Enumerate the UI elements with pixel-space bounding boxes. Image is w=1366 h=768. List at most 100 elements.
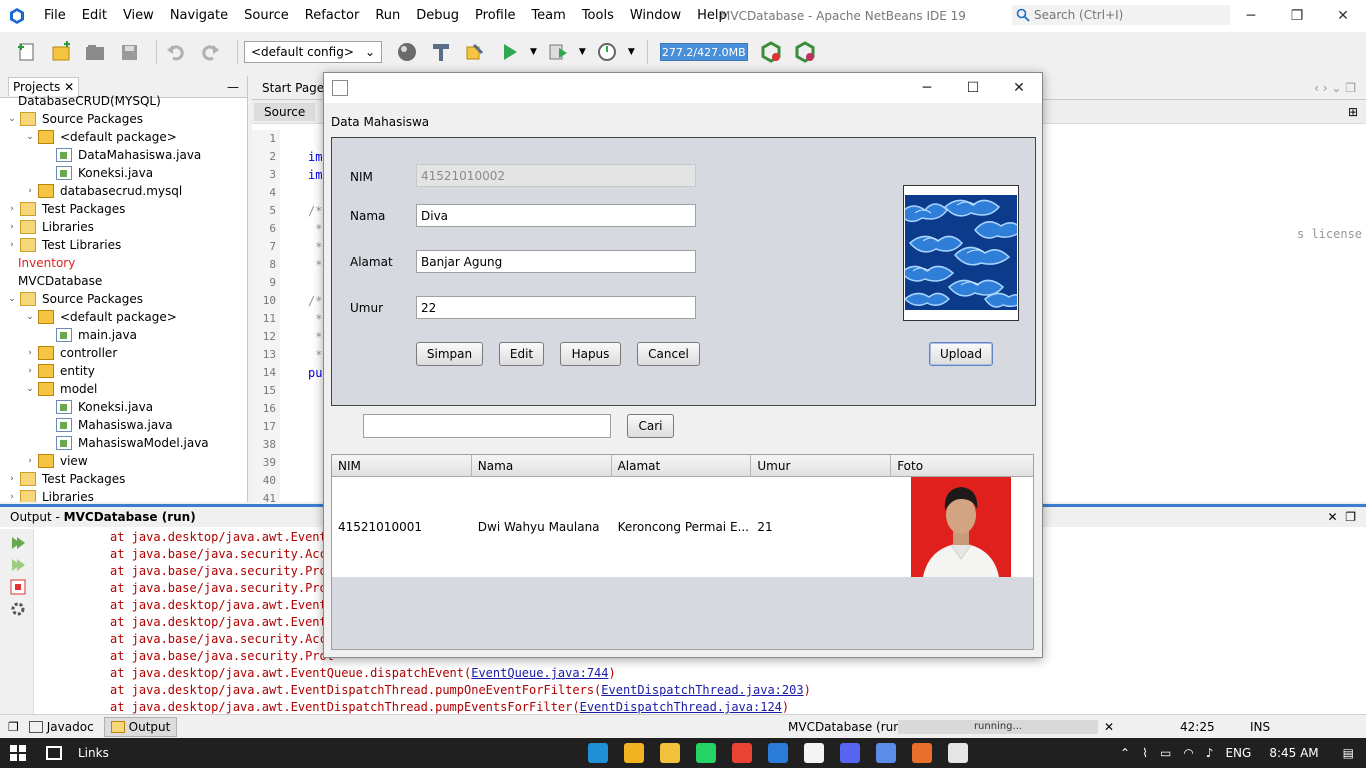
- redo-icon[interactable]: [197, 39, 223, 65]
- taskbar-app-icon[interactable]: [840, 743, 860, 763]
- minimize-icon[interactable]: ─: [1228, 0, 1274, 32]
- minimize-icon[interactable]: ─: [904, 73, 950, 103]
- tree-item[interactable]: › controller: [0, 344, 247, 362]
- taskbar-app-icon[interactable]: [732, 743, 752, 763]
- taskbar-app-icon[interactable]: [912, 743, 932, 763]
- tree-item[interactable]: › view: [0, 452, 247, 470]
- chevron-icon[interactable]: ⌄: [24, 312, 36, 322]
- chevron-icon[interactable]: ⌄: [6, 114, 18, 124]
- menu-view[interactable]: View: [115, 0, 162, 32]
- restore-window-icon[interactable]: ❐: [8, 720, 19, 734]
- gc-icon[interactable]: [758, 39, 784, 65]
- chevron-down-icon[interactable]: ▼: [530, 47, 537, 57]
- tree-item[interactable]: main.java: [0, 326, 247, 344]
- alamat-field[interactable]: [416, 250, 696, 273]
- close-icon[interactable]: ✕: [1320, 0, 1366, 32]
- build-hammer-icon[interactable]: [428, 39, 454, 65]
- minimize-panel-icon[interactable]: —: [227, 80, 239, 94]
- undo-icon[interactable]: [163, 39, 189, 65]
- chevron-icon[interactable]: ⌄: [6, 294, 18, 304]
- wifi-icon[interactable]: ◠: [1183, 746, 1193, 760]
- chevron-up-icon[interactable]: ⌃: [1120, 746, 1130, 760]
- close-icon[interactable]: ✕: [996, 73, 1042, 103]
- new-project-icon[interactable]: [48, 39, 74, 65]
- tree-item[interactable]: › Libraries: [0, 218, 247, 236]
- globe-icon[interactable]: [394, 39, 420, 65]
- search-input[interactable]: [363, 414, 611, 438]
- tree-item[interactable]: ⌄ Source Packages: [0, 110, 247, 128]
- profiler-snapshot-icon[interactable]: [792, 39, 818, 65]
- tree-item[interactable]: › Test Packages: [0, 200, 247, 218]
- tree-item[interactable]: Mahasiswa.java: [0, 416, 247, 434]
- source-view-tab[interactable]: Source: [254, 102, 316, 121]
- taskbar-app-icon[interactable]: [804, 743, 824, 763]
- column-header-foto[interactable]: Foto: [891, 455, 1033, 477]
- restore-icon[interactable]: ❐: [1274, 0, 1320, 32]
- table-row[interactable]: 41521010001 Dwi Wahyu Maulana Keroncong …: [332, 477, 1033, 577]
- chevron-icon[interactable]: ›: [6, 492, 18, 502]
- chevron-icon[interactable]: ›: [6, 222, 18, 232]
- column-header-umur[interactable]: Umur: [751, 455, 892, 477]
- ide-search-box[interactable]: [1012, 5, 1230, 25]
- taskbar-app-icon[interactable]: [876, 743, 896, 763]
- chevron-icon[interactable]: ⌄: [24, 384, 36, 394]
- rerun-icon[interactable]: [10, 535, 26, 551]
- chevron-icon[interactable]: ›: [24, 348, 36, 358]
- menu-refactor[interactable]: Refactor: [297, 0, 368, 32]
- menu-tools[interactable]: Tools: [574, 0, 622, 32]
- profile-icon[interactable]: [594, 39, 620, 65]
- column-header-nama[interactable]: Nama: [472, 455, 612, 477]
- tree-item[interactable]: MVCDatabase: [0, 272, 247, 290]
- upload-button[interactable]: Upload: [929, 342, 993, 366]
- windows-start-icon[interactable]: [10, 745, 26, 761]
- volume-icon[interactable]: ♪: [1206, 746, 1214, 760]
- memory-indicator[interactable]: 277.2/427.0MB: [659, 43, 748, 61]
- stacktrace-link[interactable]: EventDispatchThread.java:124: [580, 700, 782, 714]
- clean-build-icon[interactable]: [462, 39, 488, 65]
- tree-item[interactable]: MahasiswaModel.java: [0, 434, 247, 452]
- tree-item[interactable]: Inventory: [0, 254, 247, 272]
- chevron-icon[interactable]: ›: [6, 240, 18, 250]
- settings-icon[interactable]: [10, 601, 26, 617]
- stop-icon[interactable]: [10, 579, 26, 595]
- network-icon[interactable]: ⌇: [1142, 746, 1148, 760]
- simpan-button[interactable]: Simpan: [416, 342, 483, 366]
- battery-icon[interactable]: ▭: [1160, 746, 1171, 760]
- tree-item[interactable]: › Libraries: [0, 488, 247, 502]
- tree-item[interactable]: › Test Libraries: [0, 236, 247, 254]
- menu-run[interactable]: Run: [367, 0, 408, 32]
- rerun-with-options-icon[interactable]: [10, 557, 26, 573]
- umur-field[interactable]: [416, 296, 696, 319]
- tree-item[interactable]: DatabaseCRUD(MYSQL): [0, 92, 247, 110]
- ide-search-input[interactable]: [1034, 8, 1214, 22]
- chevron-icon[interactable]: ⌄: [24, 132, 36, 142]
- taskbar-links[interactable]: Links: [78, 746, 109, 760]
- tree-item[interactable]: Koneksi.java: [0, 398, 247, 416]
- javadoc-tab[interactable]: Javadoc: [23, 717, 100, 737]
- config-dropdown[interactable]: <default config> ⌄: [244, 41, 382, 63]
- cari-button[interactable]: Cari: [627, 414, 674, 438]
- tree-item[interactable]: ⌄ Source Packages: [0, 290, 247, 308]
- edit-button[interactable]: Edit: [499, 342, 544, 366]
- column-header-nim[interactable]: NIM: [332, 455, 472, 477]
- chevron-icon[interactable]: ›: [24, 366, 36, 376]
- chevron-down-icon[interactable]: ▼: [579, 47, 586, 57]
- hapus-button[interactable]: Hapus: [560, 342, 621, 366]
- output-tab[interactable]: Output: [103, 716, 178, 737]
- stacktrace-link[interactable]: EventQueue.java:744: [471, 666, 608, 680]
- language-indicator[interactable]: ENG: [1225, 746, 1251, 760]
- menu-file[interactable]: File: [36, 0, 74, 32]
- menu-profile[interactable]: Profile: [467, 0, 523, 32]
- tree-item[interactable]: › databasecrud.mysql: [0, 182, 247, 200]
- chevron-icon[interactable]: ›: [24, 186, 36, 196]
- chevron-icon[interactable]: ›: [6, 474, 18, 484]
- menu-team[interactable]: Team: [523, 0, 573, 32]
- cancel-process-icon[interactable]: ✕: [1104, 720, 1114, 734]
- nim-field[interactable]: [416, 164, 696, 187]
- chevron-icon[interactable]: ›: [24, 456, 36, 466]
- maximize-icon[interactable]: ☐: [950, 73, 996, 103]
- tab-start-page[interactable]: Start Page: [252, 81, 334, 95]
- taskbar-app-icon[interactable]: [660, 743, 680, 763]
- tree-item[interactable]: DataMahasiswa.java: [0, 146, 247, 164]
- taskbar-app-icon[interactable]: [768, 743, 788, 763]
